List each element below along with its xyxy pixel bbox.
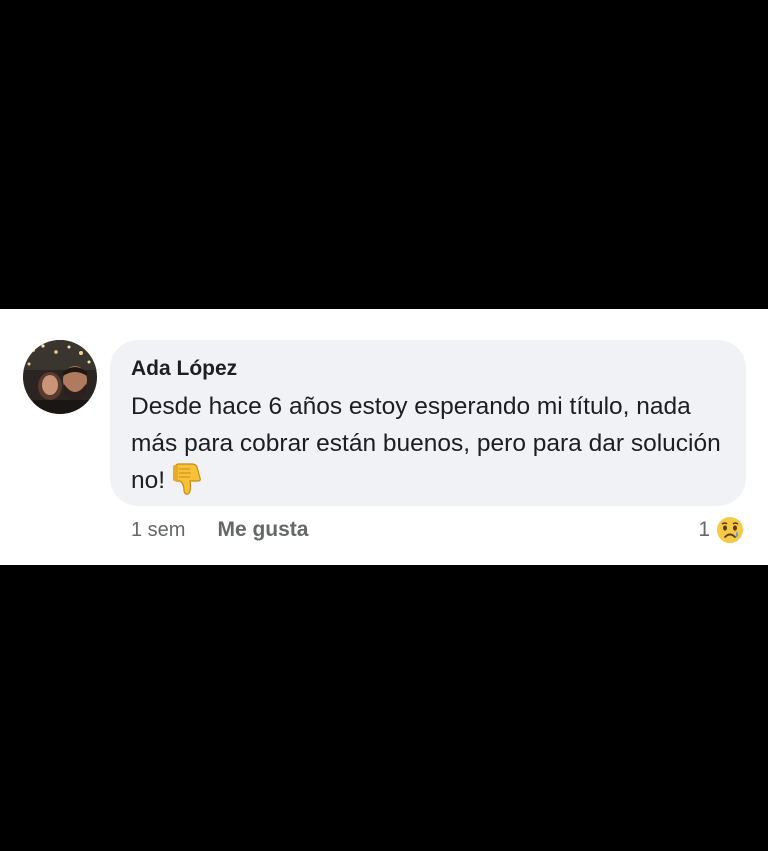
reaction-summary[interactable]: 1 [698,512,746,548]
comment-timestamp[interactable]: 1 sem [131,519,185,542]
avatar-photo-icon [23,340,97,414]
like-button[interactable]: Me gusta [217,518,308,542]
comment-author-name[interactable]: Ada López [131,356,724,382]
thumbs-down-icon [173,462,203,496]
comment-actions: 1 sem Me gusta [131,515,308,545]
author-avatar[interactable] [23,340,97,414]
comment-bubble: Ada López Desde hace 6 años estoy espera… [110,340,746,506]
comment-text: Desde hace 6 años estoy esperando mi tít… [131,393,721,494]
sad-crying-face-icon [714,514,746,546]
comment-body: Desde hace 6 años estoy esperando mi tít… [131,388,724,499]
reaction-count: 1 [698,518,710,541]
comment-panel: Ada López Desde hace 6 años estoy espera… [0,309,768,565]
screenshot-canvas: Ada López Desde hace 6 años estoy espera… [0,0,768,851]
